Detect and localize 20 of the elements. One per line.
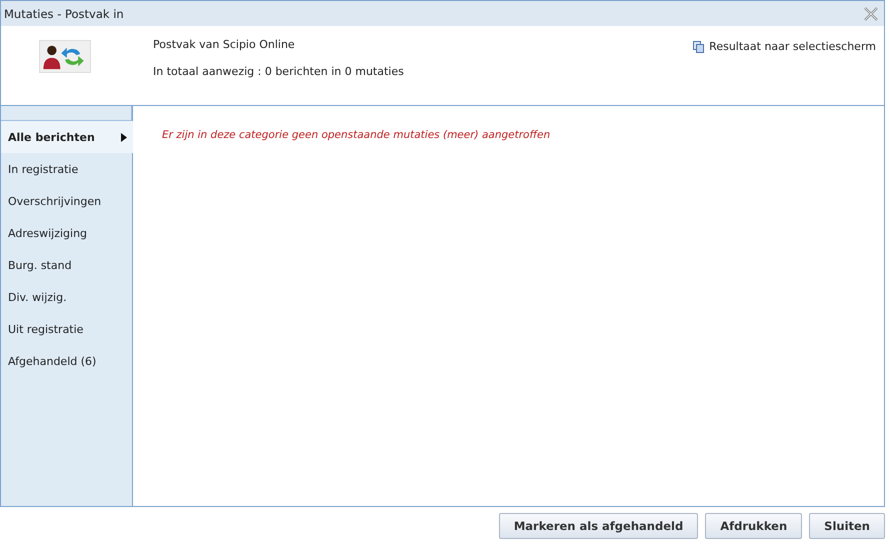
sidebar-item[interactable]: In registratie [1, 153, 132, 185]
source-label: Postvak van Scipio Online [153, 38, 296, 51]
sidebar-item[interactable]: Div. wijzig. [1, 281, 132, 313]
sidebar-item[interactable]: Alle berichten [1, 121, 133, 153]
summary-text: In totaal aanwezig : 0 berichten in 0 mutaties [153, 65, 404, 78]
window-title: Mutaties - Postvak in [4, 6, 124, 20]
close-icon[interactable] [864, 6, 878, 20]
sidebar-item[interactable]: Burg. stand [1, 249, 132, 281]
action-button[interactable]: Markeren als afgehandeld [498, 513, 698, 539]
empty-message: Er zijn in deze categorie geen openstaande mutaties (meer) aangetroffen [162, 129, 550, 141]
mutation-logo-icon [39, 40, 91, 73]
pointer-icon [121, 132, 127, 142]
result-link[interactable]: Resultaat naar selectiescherm [693, 40, 876, 53]
action-button[interactable]: Afdrukken [705, 513, 802, 539]
sidebar-item[interactable]: Adreswijziging [1, 217, 132, 249]
action-button[interactable]: Sluiten [809, 513, 885, 539]
sidebar-item[interactable]: Afgehandeld (6) [1, 345, 132, 377]
sidebar-item[interactable]: Uit registratie [1, 313, 132, 345]
sidebar-item[interactable]: Overschrijvingen [1, 185, 132, 217]
copy-icon [693, 40, 704, 52]
